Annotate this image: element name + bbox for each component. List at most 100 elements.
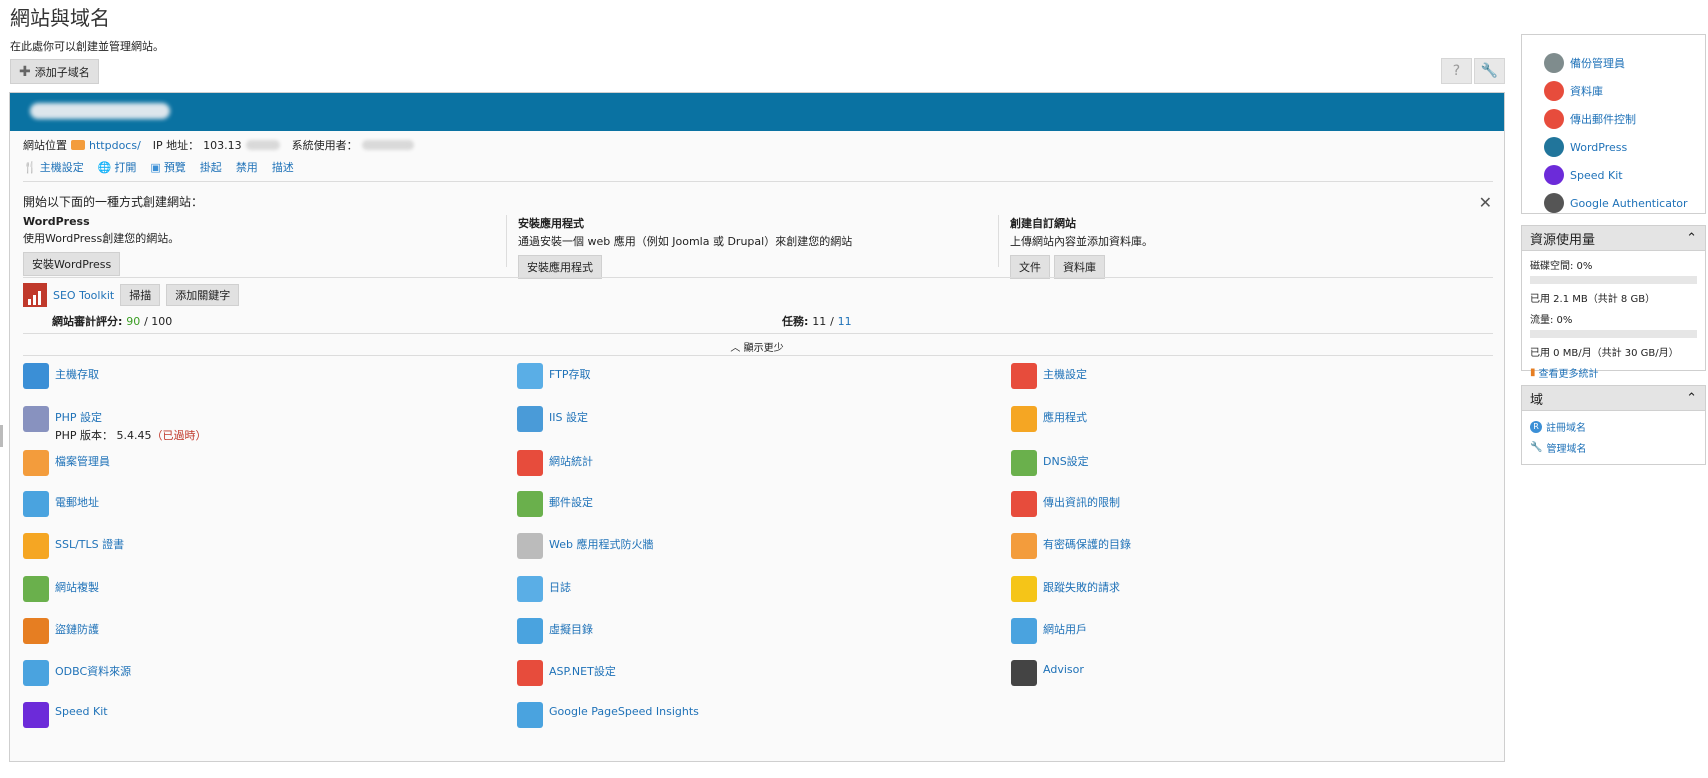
tool-label[interactable]: Web 應用程式防火牆 [549, 536, 653, 552]
databases-button[interactable]: 資料庫 [1054, 255, 1105, 279]
close-icon[interactable]: ✕ [1479, 193, 1492, 212]
tool-folder[interactable]: 檔案管理員 [23, 450, 110, 476]
tool-label[interactable]: 主機存取 [55, 366, 99, 382]
tool-label[interactable]: Google PageSpeed Insights [549, 705, 699, 718]
tool-php[interactable]: PHP 設定 PHP 版本： 5.4.45（已過時） [23, 406, 207, 443]
tool-owl[interactable]: Advisor [1011, 660, 1084, 686]
tool-bar-chart[interactable]: 網站統計 [517, 450, 593, 476]
column-separator [998, 215, 999, 267]
create-app-desc: 通過安裝一個 web 應用（例如 Joomla 或 Drupal）來創建您的網站 [518, 235, 853, 248]
action-preview[interactable]: ▣ 預覽 [150, 159, 185, 175]
domain-header[interactable] [10, 93, 1504, 131]
install-app-button[interactable]: 安裝應用程式 [518, 255, 602, 279]
tool-mail-settings[interactable]: 郵件設定 [517, 491, 593, 517]
tool-label[interactable]: 檔案管理員 [55, 453, 110, 469]
tool-label[interactable]: 虛擬目錄 [549, 621, 593, 637]
action-hosting-settings[interactable]: 🍴 主機設定 [23, 159, 84, 175]
tool-label[interactable]: 郵件設定 [549, 494, 593, 510]
tools-icon: 🍴 [23, 160, 37, 174]
settings-button[interactable]: 🔧 [1474, 58, 1505, 84]
more-stats-link[interactable]: ▮ 查看更多統計 [1530, 365, 1697, 380]
seo-tasks-link[interactable]: 11 [838, 315, 852, 328]
help-button[interactable]: ? [1441, 58, 1472, 84]
create-wordpress-title: WordPress [23, 215, 90, 228]
tool-label[interactable]: SSL/TLS 證書 [55, 536, 124, 552]
resource-usage-header[interactable]: 資源使用量 ⌃ [1522, 226, 1705, 251]
tool-label[interactable]: 傳出資訊的限制 [1043, 494, 1120, 510]
tool-iis-server[interactable]: IIS 設定 [517, 406, 588, 432]
gear-icon [1011, 406, 1037, 432]
seo-score: 網站審計評分: 90 / 100 [52, 315, 173, 328]
tool-label[interactable]: ASP.NET設定 [549, 663, 616, 679]
tool-gear[interactable]: 應用程式 [1011, 406, 1087, 432]
tool-label[interactable]: 應用程式 [1043, 409, 1087, 425]
tool-log-file[interactable]: 日誌 [517, 576, 571, 602]
seo-toolkit-link[interactable]: SEO Toolkit [53, 289, 114, 302]
tool-label[interactable]: 電郵地址 [55, 494, 99, 510]
lock-folder-icon [1011, 533, 1037, 559]
tool-label[interactable]: IIS 設定 [549, 409, 588, 425]
tool-label[interactable]: 網站複製 [55, 579, 99, 595]
tool-label[interactable]: 網站統計 [549, 453, 593, 469]
globe-flag-icon [23, 363, 49, 389]
tool-label[interactable]: Speed Kit [55, 705, 108, 718]
tool-label[interactable]: 盜鏈防護 [55, 621, 99, 637]
tool-mail-limit[interactable]: 傳出資訊的限制 [1011, 491, 1120, 517]
add-keyword-button[interactable]: 添加關鍵字 [166, 284, 240, 306]
create-custom-title: 創建自訂網站 [1010, 217, 1076, 230]
tool-ftp-monitor[interactable]: FTP存取 [517, 363, 591, 389]
tool-hotlink-shield[interactable]: 盜鏈防護 [23, 618, 99, 644]
action-open[interactable]: 🌐 打開 [98, 159, 137, 175]
location-link[interactable]: httpdocs/ [89, 139, 141, 152]
tool-label[interactable]: 主機設定 [1043, 366, 1087, 382]
show-less-toggle[interactable]: ︿ 顯示更少 [10, 339, 1504, 354]
tool-label[interactable]: 跟蹤失敗的請求 [1043, 579, 1120, 595]
owl-icon [1011, 660, 1037, 686]
tool-database[interactable]: ODBC資料來源 [23, 660, 131, 686]
chevron-up-icon: ⌃ [1686, 390, 1697, 406]
sidebar-link-database[interactable]: 資料庫 [1544, 81, 1705, 101]
domains-header[interactable]: 域 ⌃ [1522, 386, 1705, 411]
tool-envelope[interactable]: 電郵地址 [23, 491, 99, 517]
sidebar-link-authenticator[interactable]: Google Authenticator [1544, 193, 1705, 213]
tool-certificate[interactable]: SSL/TLS 證書 [23, 533, 124, 559]
tool-label[interactable]: 有密碼保護的目錄 [1043, 536, 1131, 552]
sidebar-link-backup[interactable]: 備份管理員 [1544, 53, 1705, 73]
tool-label[interactable]: PHP 設定 [55, 409, 207, 425]
scan-button[interactable]: 掃描 [120, 284, 161, 306]
tool-label[interactable]: 網站用戶 [1043, 621, 1087, 637]
action-disable[interactable]: 禁用 [236, 159, 258, 175]
sidebar-link-rocket[interactable]: Speed Kit [1544, 165, 1705, 185]
tool-dns-flags[interactable]: DNS設定 [1011, 450, 1089, 476]
sidebar-link-wordpress[interactable]: WordPress [1544, 137, 1705, 157]
action-description[interactable]: 描述 [272, 159, 294, 175]
tool-copy[interactable]: 網站複製 [23, 576, 99, 602]
tool-lock-folder[interactable]: 有密碼保護的目錄 [1011, 533, 1131, 559]
tool-virtual-folder[interactable]: 虛擬目錄 [517, 618, 593, 644]
tool-web-user[interactable]: 網站用戶 [1011, 618, 1087, 644]
tool-label[interactable]: ODBC資料來源 [55, 663, 131, 679]
tool-label[interactable]: 日誌 [549, 579, 571, 595]
files-button[interactable]: 文件 [1010, 255, 1050, 279]
tool-speedometer[interactable]: Google PageSpeed Insights [517, 702, 699, 728]
register-domain-link[interactable]: R 註冊域名 [1530, 419, 1697, 434]
database-icon [23, 660, 49, 686]
tool-rocket[interactable]: Speed Kit [23, 702, 108, 728]
action-suspend[interactable]: 掛起 [200, 159, 222, 175]
tool-failed-request[interactable]: 跟蹤失敗的請求 [1011, 576, 1120, 602]
sidebar-link-mail-limit[interactable]: 傳出郵件控制 [1544, 109, 1705, 129]
tool-windows[interactable]: ASP.NET設定 [517, 660, 616, 686]
tool-label[interactable]: Advisor [1043, 663, 1084, 676]
tool-globe-flag[interactable]: 主機存取 [23, 363, 99, 389]
collapse-grip[interactable] [0, 425, 3, 447]
install-wordpress-button[interactable]: 安裝WordPress [23, 252, 121, 276]
preview-icon: ▣ [150, 160, 161, 174]
wordpress-icon [1544, 137, 1564, 157]
database-icon [1544, 81, 1564, 101]
manage-domains-link[interactable]: 🔧 管理域名 [1530, 440, 1697, 455]
add-subdomain-button[interactable]: ✚ 添加子域名 [10, 59, 99, 84]
tool-shield[interactable]: Web 應用程式防火牆 [517, 533, 653, 559]
tool-label[interactable]: DNS設定 [1043, 453, 1089, 469]
tool-hosting-settings[interactable]: 主機設定 [1011, 363, 1087, 389]
tool-label[interactable]: FTP存取 [549, 366, 591, 382]
